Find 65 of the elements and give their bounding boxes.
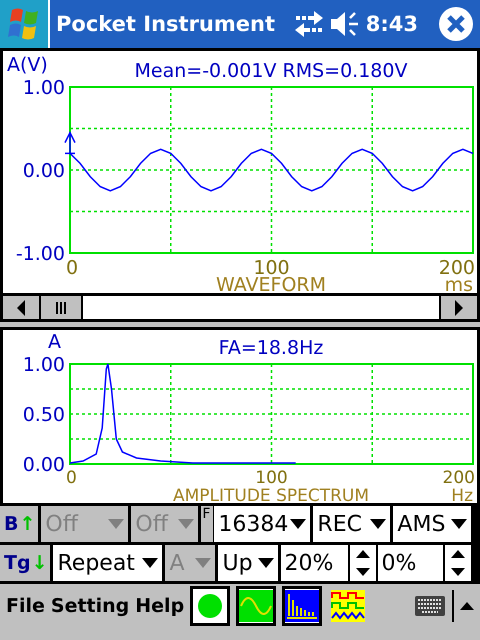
- multi-trace-icon: [331, 590, 366, 622]
- row-label: Tg: [4, 552, 31, 574]
- keyboard-icon[interactable]: [414, 595, 446, 617]
- dropdown[interactable]: Repeat: [53, 545, 166, 581]
- toolbar-button[interactable]: [236, 586, 276, 626]
- right-arrow-icon: [453, 300, 465, 316]
- sine-wave-icon: [239, 590, 274, 622]
- axis-tick-label: 200: [442, 468, 475, 488]
- close-icon[interactable]: [438, 6, 474, 42]
- caret-icon: [290, 519, 306, 529]
- caret-icon: [370, 519, 386, 529]
- caret-icon: [451, 519, 468, 529]
- axis-tick-label: 0.00: [22, 160, 65, 182]
- dropdown[interactable]: 16384: [214, 506, 314, 542]
- caret-icon: [142, 558, 158, 568]
- axis-tick-label: 0: [66, 468, 77, 488]
- start-button[interactable]: [0, 0, 50, 48]
- up-caret-icon[interactable]: [460, 601, 474, 611]
- row-label: B: [4, 513, 18, 535]
- down-caret-icon: [451, 567, 466, 577]
- chart-title: Mean=-0.001V RMS=0.180V: [134, 60, 408, 82]
- spectrum-icon: [285, 590, 320, 622]
- axis-unit-label: A: [48, 331, 61, 353]
- axis-tick-label: 1.00: [22, 354, 65, 376]
- scroll-thumb[interactable]: [41, 296, 83, 319]
- up-caret-icon: [356, 549, 370, 559]
- axis-unit-label: Hz: [451, 486, 473, 503]
- toolbar-button[interactable]: [190, 586, 230, 626]
- menu-item[interactable]: File: [6, 595, 45, 617]
- menu-item[interactable]: Help: [135, 595, 184, 617]
- chart-title: FA=18.8Hz: [218, 337, 324, 359]
- connectivity-icon[interactable]: [294, 10, 324, 38]
- arrow-glyph: ↑: [19, 513, 36, 535]
- scroll-right-button[interactable]: [439, 296, 477, 319]
- caret-icon: [258, 558, 274, 568]
- axis-tick-label: 0: [66, 257, 78, 279]
- caret-icon: [108, 519, 124, 529]
- axis-title: AMPLITUDE SPECTRUM: [172, 486, 370, 503]
- axis-title: WAVEFORM: [216, 274, 326, 293]
- left-arrow-icon: [15, 300, 27, 316]
- axis-tick-label: 100: [255, 468, 288, 488]
- speaker-icon[interactable]: [330, 10, 360, 38]
- grip-icon: [55, 302, 67, 314]
- clock-time[interactable]: 8:43: [366, 12, 418, 36]
- axis-tick-label: -1.00: [16, 243, 65, 265]
- spin-buttons[interactable]: [443, 545, 474, 581]
- cursor-arrow-icon: [64, 130, 76, 154]
- axis-tick-label: 0.00: [22, 454, 65, 476]
- down-caret-icon: [356, 567, 370, 577]
- axis-unit-label: A(V): [7, 54, 48, 76]
- axis-tick-label: 1.00: [22, 77, 65, 99]
- scroll-left-button[interactable]: [3, 296, 41, 319]
- up-caret-icon: [451, 549, 466, 559]
- window-title: Pocket Instrument: [56, 12, 276, 36]
- arrow-glyph: ↓: [32, 552, 48, 574]
- dropdown[interactable]: REC: [313, 506, 394, 542]
- dropdown[interactable]: Up: [218, 545, 282, 581]
- field-label: F: [201, 506, 214, 542]
- caret-icon: [178, 519, 194, 529]
- toolbar-button[interactable]: [282, 586, 322, 626]
- axis-tick-label: 0.50: [22, 404, 65, 426]
- spin-buttons[interactable]: [348, 545, 378, 581]
- caret-icon: [195, 558, 212, 568]
- horizontal-scrollbar[interactable]: [3, 293, 477, 319]
- menu-item[interactable]: Setting: [50, 595, 130, 617]
